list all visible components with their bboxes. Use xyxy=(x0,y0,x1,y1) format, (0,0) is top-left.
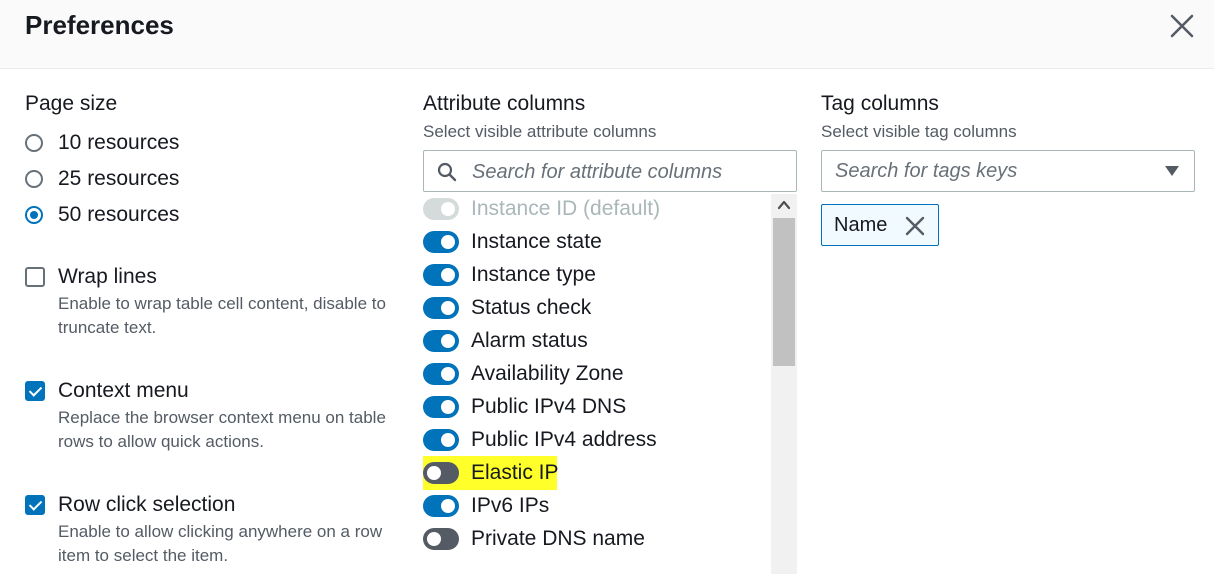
toggle-row-ipv6-ips[interactable]: IPv6 IPs xyxy=(423,491,549,521)
toggle-row-alarm-status[interactable]: Alarm status xyxy=(423,326,588,356)
toggle-switch[interactable] xyxy=(423,198,459,220)
page-size-option-10[interactable]: 10 resources xyxy=(25,128,179,158)
toggle-label: Instance ID (default) xyxy=(471,197,661,220)
attribute-columns-section: Attribute columns Select visible attribu… xyxy=(423,90,798,574)
tag-columns-section: Tag columns Select visible tag columns S… xyxy=(821,90,1196,246)
toggle-label: Private DNS name xyxy=(471,527,645,550)
toggle-switch[interactable] xyxy=(423,363,459,385)
context-menu-description: Replace the browser context menu on tabl… xyxy=(58,408,386,451)
attribute-columns-title: Attribute columns xyxy=(423,92,586,115)
toggle-label: IPv6 IPs xyxy=(471,494,550,517)
toggle-label: Availability Zone xyxy=(471,362,624,385)
row-click-selection-checkbox[interactable] xyxy=(25,495,45,515)
attribute-toggle-list: Instance ID (default) Instance state Ins… xyxy=(423,194,768,574)
radio-button[interactable] xyxy=(25,206,43,224)
toggle-label: Alarm status xyxy=(471,329,588,352)
page-size-title: Page size xyxy=(25,92,118,115)
tag-token-name: Name xyxy=(821,204,939,246)
wrap-lines-control[interactable]: Wrap lines xyxy=(25,262,403,292)
toggle-label: Public IPv4 address xyxy=(471,428,657,451)
toggle-row-public-ipv4-dns[interactable]: Public IPv4 DNS xyxy=(423,392,626,422)
tag-token-label: Name xyxy=(834,214,888,236)
toggle-row-public-ipv4-address[interactable]: Public IPv4 address xyxy=(423,425,657,455)
toggle-row-status-check[interactable]: Status check xyxy=(423,293,591,323)
close-icon[interactable] xyxy=(1168,12,1196,40)
row-click-selection-label: Row click selection xyxy=(58,493,236,516)
scrollbar[interactable] xyxy=(771,194,797,574)
context-menu-checkbox[interactable] xyxy=(25,381,45,401)
radio-label: 10 resources xyxy=(58,131,180,154)
dialog-header: Preferences xyxy=(0,0,1214,69)
dialog-title: Preferences xyxy=(25,10,174,40)
context-menu-option: Context menu Replace the browser context… xyxy=(25,376,403,454)
toggle-switch[interactable] xyxy=(423,297,459,319)
preferences-general-column: Page size 10 resources 25 resources 50 r… xyxy=(25,90,405,565)
tag-keys-placeholder: Search for tags keys xyxy=(835,160,1018,182)
attribute-columns-subtitle: Select visible attribute columns xyxy=(423,122,657,141)
toggle-label: Public IPv4 DNS xyxy=(471,395,627,418)
wrap-lines-option: Wrap lines Enable to wrap table cell con… xyxy=(25,262,403,340)
toggle-label: Status check xyxy=(471,296,592,319)
toggle-row-private-dns-name[interactable]: Private DNS name xyxy=(423,524,645,554)
toggle-label: Instance state xyxy=(471,230,602,253)
scroll-up-arrow-icon[interactable] xyxy=(771,194,797,216)
toggle-row-instance-type[interactable]: Instance type xyxy=(423,260,596,290)
toggle-label: Instance type xyxy=(471,263,596,286)
toggle-label: Elastic IP xyxy=(471,461,559,484)
tag-columns-title: Tag columns xyxy=(821,92,939,115)
row-click-selection-control[interactable]: Row click selection xyxy=(25,490,403,520)
tag-keys-select[interactable]: Search for tags keys xyxy=(821,150,1195,192)
toggle-row-availability-zone[interactable]: Availability Zone xyxy=(423,359,624,389)
scrollbar-thumb[interactable] xyxy=(773,218,795,366)
wrap-lines-label: Wrap lines xyxy=(58,265,157,288)
page-size-option-25[interactable]: 25 resources xyxy=(25,164,179,194)
radio-button[interactable] xyxy=(25,170,43,188)
radio-label: 50 resources xyxy=(58,203,180,226)
toggle-switch[interactable] xyxy=(423,330,459,352)
context-menu-control[interactable]: Context menu xyxy=(25,376,403,406)
search-icon xyxy=(437,162,457,182)
radio-label: 25 resources xyxy=(58,167,180,190)
toggle-switch[interactable] xyxy=(423,462,459,484)
toggle-switch[interactable] xyxy=(423,396,459,418)
toggle-row-instance-state[interactable]: Instance state xyxy=(423,227,602,257)
row-click-selection-description: Enable to allow clicking anywhere on a r… xyxy=(58,522,383,565)
attribute-search-input[interactable] xyxy=(470,157,784,187)
context-menu-label: Context menu xyxy=(58,379,189,402)
wrap-lines-checkbox[interactable] xyxy=(25,267,45,287)
toggle-switch[interactable] xyxy=(423,495,459,517)
radio-button[interactable] xyxy=(25,134,43,152)
wrap-lines-description: Enable to wrap table cell content, disab… xyxy=(58,294,386,337)
attribute-search-box xyxy=(423,150,797,192)
toggle-switch[interactable] xyxy=(423,528,459,550)
toggle-switch[interactable] xyxy=(423,264,459,286)
row-click-selection-option: Row click selection Enable to allow clic… xyxy=(25,490,403,568)
toggle-row-elastic-ip[interactable]: Elastic IP xyxy=(423,456,559,490)
tag-columns-subtitle: Select visible tag columns xyxy=(821,122,1017,141)
toggle-switch[interactable] xyxy=(423,429,459,451)
remove-token-icon[interactable] xyxy=(904,215,926,237)
toggle-row-instance-id[interactable]: Instance ID (default) xyxy=(423,194,660,224)
caret-down-icon xyxy=(1165,166,1179,176)
page-size-option-50[interactable]: 50 resources xyxy=(25,200,179,230)
toggle-switch[interactable] xyxy=(423,231,459,253)
